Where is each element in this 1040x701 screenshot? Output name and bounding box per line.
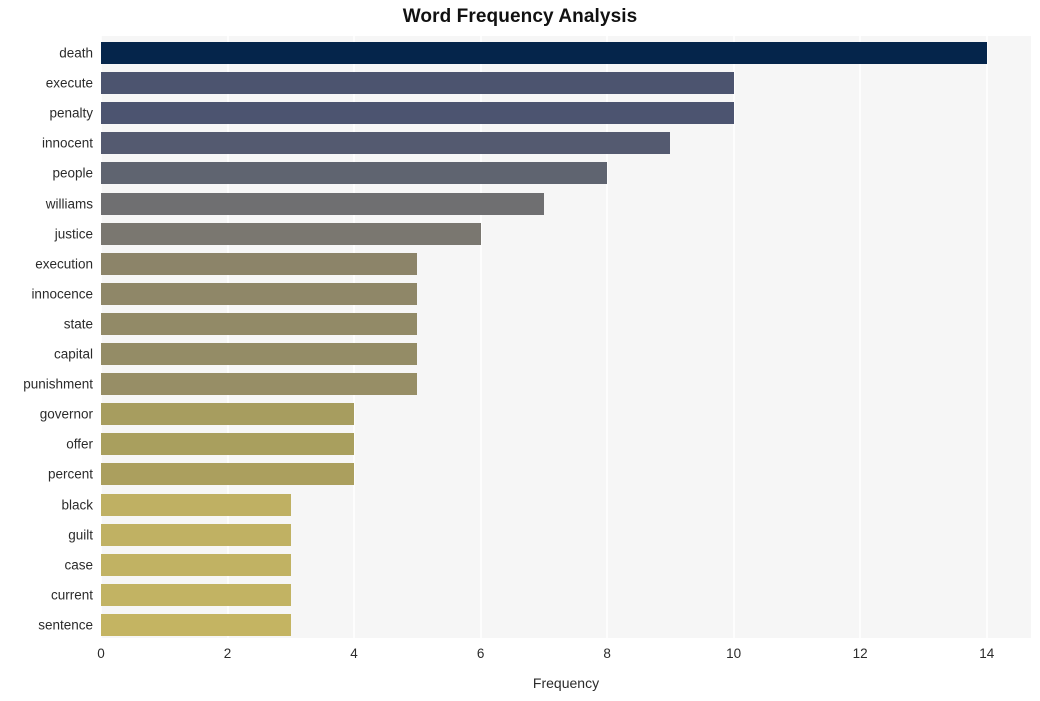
y-tick-label-execute: execute [45,75,93,91]
y-tick-label-innocent: innocent [41,135,93,151]
y-tick-label-death: death [59,45,93,61]
bar [101,433,355,456]
bar [101,463,355,486]
x-tick-label-2: 2 [223,646,232,661]
y-tick-label-williams: williams [45,196,93,212]
bar-fill-capital [101,343,418,366]
bar [101,282,418,305]
bar-fill-williams [101,192,544,215]
y-tick-label-offer: offer [66,436,93,452]
gridline-x-8 [606,36,609,638]
x-tick-label-6: 6 [476,646,485,661]
x-tick-label-8: 8 [603,646,611,661]
bar-fill-punishment [101,373,418,396]
x-tick-label-4: 4 [350,646,358,661]
bar [101,343,418,366]
bar-fill-execution [101,252,418,275]
chart-title: Word Frequency Analysis [402,6,638,27]
y-tick-label-justice: justice [54,226,93,242]
bar [101,102,734,125]
y-tick-label-execution: execution [35,256,93,272]
bar-fill-penalty [101,102,734,125]
bar-fill-offer [101,433,355,456]
bar [101,613,291,636]
bar [101,553,291,576]
bar-fill-state [101,312,418,335]
bar-fill-sentence [101,613,291,636]
y-tick-label-case: case [64,557,93,573]
bar [101,132,671,155]
bar [101,373,418,396]
y-tick-label-sentence: sentence [38,617,93,633]
bar-fill-case [101,553,291,576]
bar [101,222,481,245]
bar [101,42,987,65]
bar-fill-death [101,42,987,65]
gridline-x-0 [101,36,102,638]
bar-fill-execute [101,72,734,95]
gridline-x-10 [732,36,735,638]
y-tick-label-guilt: guilt [68,527,93,543]
y-tick-label-black: black [61,497,93,513]
y-tick-label-innocence: innocence [31,286,93,302]
bar-fill-people [101,162,608,185]
bar [101,403,355,426]
y-tick-label-current: current [50,587,93,603]
bar [101,493,291,516]
y-tick-label-people: people [52,165,93,181]
gridline-x-14 [985,36,988,638]
x-tick-label-0: 0 [97,646,105,661]
bar-fill-governor [101,403,355,426]
bar-fill-innocence [101,282,418,305]
bar [101,523,291,546]
y-tick-label-capital: capital [53,346,93,362]
chart-figure: Word Frequency Analysis death execute pena… [0,0,1040,701]
y-tick-label-percent: percent [47,466,93,482]
bar [101,583,291,606]
gridline-x-6 [479,36,482,638]
y-tick-label-state: state [63,316,93,332]
bar-fill-percent [101,463,355,486]
bar [101,72,734,95]
x-tick-label-12: 12 [852,646,868,661]
y-tick-label-punishment: punishment [23,376,93,392]
bar-fill-innocent [101,132,671,155]
gridline-x-4 [353,36,356,638]
bar-fill-guilt [101,523,291,546]
plot-area [101,36,1031,638]
bar [101,192,544,215]
bar [101,162,608,185]
x-axis-label: Frequency [532,675,600,691]
gridline-x-2 [226,36,229,638]
gridline-x-12 [859,36,862,638]
y-tick-label-governor: governor [39,406,93,422]
y-tick-label-penalty: penalty [49,105,93,121]
x-tick-label-10: 10 [726,646,742,661]
bar-fill-current [101,583,291,606]
bar [101,312,418,335]
x-tick-label-14: 14 [979,646,995,661]
bar-fill-justice [101,222,481,245]
bar [101,252,418,275]
bar-fill-black [101,493,291,516]
